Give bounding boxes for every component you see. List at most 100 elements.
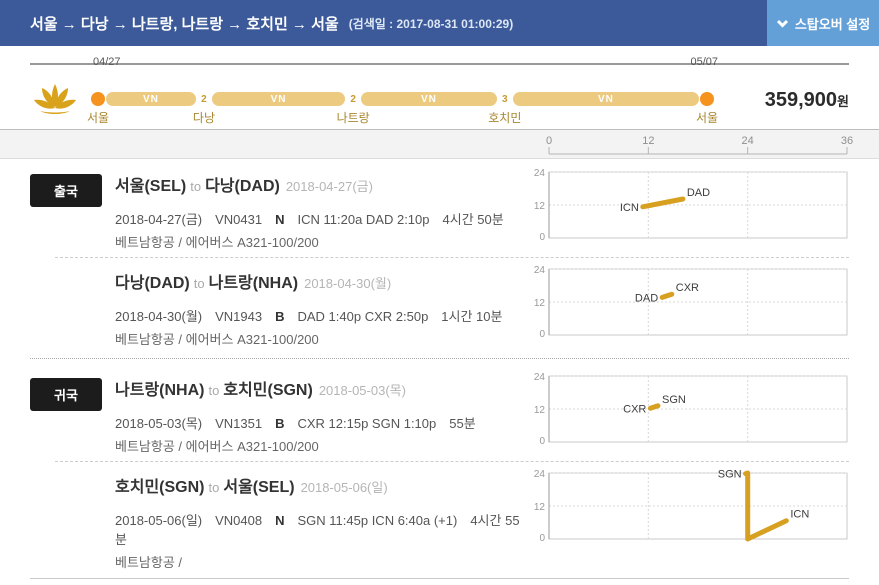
segment-title: 나트랑(NHA) to 호치민(SGN) 2018-05-03(목) <box>115 376 529 400</box>
divider <box>55 461 849 462</box>
fare-class: N <box>275 212 285 227</box>
segment-title: 서울(SEL) to 다낭(DAD) 2018-04-27(금) <box>115 172 529 196</box>
from-city: 서울(SEL) <box>115 178 187 195</box>
svg-text:0: 0 <box>539 436 545 447</box>
dep-airport-label: DAD <box>635 292 658 304</box>
svg-text:24: 24 <box>534 168 546 179</box>
arr-airport-label: DAD <box>687 187 710 199</box>
svg-text:12: 12 <box>534 502 546 513</box>
flight-chart: 24 12 0 DAD CXR <box>534 265 848 340</box>
svg-text:12: 12 <box>534 201 546 212</box>
flight-chart: 24 12 0 CXR SGN <box>534 372 848 447</box>
flight-number: VN0408 <box>215 513 263 528</box>
from-city: 나트랑(NHA) <box>115 382 205 399</box>
footer-bar: ■ 위 항공권의 실시간 검색을 원하시는 경우 'Follow On'를 클릭… <box>30 578 849 585</box>
itinerary-summary: 04/27 05/07 VN VN VN VN 서울 2 다낭 2 나트랑 3 호치민 서울 359,… <box>0 56 879 129</box>
segment-row: 호치민(SGN) to 서울(SEL) 2018-05-06(일) 2018-05-0… <box>30 464 849 574</box>
total-price: 359,900원 <box>721 89 849 112</box>
arr-airport-label: SGN <box>662 394 686 406</box>
flight-date: 2018-04-30(월) <box>115 309 203 324</box>
price-unit: 원 <box>837 93 849 109</box>
flight-number: VN1943 <box>215 309 263 324</box>
timeline-flight-bar: VN <box>512 92 699 106</box>
vietnam-airlines-logo <box>30 83 82 122</box>
svg-text:24: 24 <box>534 469 546 480</box>
outbound-badge: 출국 <box>30 174 102 207</box>
dep-airport-label: SGN <box>718 469 742 481</box>
stopover-nights-badge: 2 <box>195 91 212 107</box>
segment-row: 다낭(DAD) to 나트랑(NHA) 2018-04-30(월) 2018-04-3… <box>30 260 849 351</box>
airline-aircraft: 베트남항공 / 에어버스 A321-100/200 <box>115 235 319 250</box>
flight-date: 2018-05-03(목) <box>115 416 203 431</box>
group-divider <box>30 358 849 359</box>
flight-times: CXR 12:15p SGN 1:10p <box>297 416 437 431</box>
segment-date: 2018-05-06(일) <box>300 480 388 495</box>
svg-text:0: 0 <box>539 329 545 340</box>
flight-times: DAD 1:40p CXR 2:50p <box>297 309 429 324</box>
fare-class: B <box>275 309 285 324</box>
endpoint-dot-icon <box>700 92 714 106</box>
svg-text:0: 0 <box>539 232 545 243</box>
segment-date: 2018-05-03(목) <box>318 383 406 398</box>
fare-class: N <box>275 513 285 528</box>
carrier-code: VN <box>421 93 437 105</box>
flight-detail-line: 2018-05-06(일) VN0408 N SGN 11:45p ICN 6:40a… <box>115 510 529 548</box>
timeline-city-label: 나트랑 <box>336 111 370 125</box>
segment-list: 출국 서울(SEL) to 다낭(DAD) 2018-04-27(금) 2018-04… <box>0 159 879 574</box>
flight-times: SGN 11:45p ICN 6:40a (+1) <box>297 513 458 528</box>
time-ruler-strip: 0 12 24 36 <box>0 129 879 159</box>
flight-search-result-page: 서울 → 다낭 → 나트랑, 나트랑 → 호치민 → 서울 (검색일 : 201… <box>0 0 879 585</box>
timeline-flight-bar: VN <box>361 92 497 106</box>
flight-path-line <box>647 403 661 411</box>
flight-chart: 24 12 0 ICN DAD <box>534 168 848 243</box>
inbound-badge: 귀국 <box>30 378 102 411</box>
stopover-nights-badge: 3 <box>496 91 513 107</box>
divider <box>55 257 849 258</box>
flight-chart: 24 12 0 SGN ICN <box>534 469 848 544</box>
carrier-code: VN <box>143 93 159 105</box>
header-bar: 서울 → 다낭 → 나트랑, 나트랑 → 호치민 → 서울 (검색일 : 201… <box>0 0 879 46</box>
search-date: (검색일 : 2017-08-31 01:00:29) <box>348 16 514 31</box>
flight-date: 2018-04-27(금) <box>115 212 203 227</box>
segment-date: 2018-04-27(금) <box>285 179 373 194</box>
timeline-city-label: 호치민 <box>488 111 522 125</box>
timeline-city-label: 서울 <box>86 111 110 125</box>
segment-row: 귀국 나트랑(NHA) to 호치민(SGN) 2018-05-03(목) 2018-… <box>30 367 849 458</box>
price-amount: 359,900 <box>764 88 838 111</box>
airline-aircraft: 베트남항공 / 에어버스 A321-100/200 <box>115 439 319 454</box>
return-date-label: 05/07 <box>690 56 719 68</box>
svg-text:36: 36 <box>841 135 853 147</box>
carrier-code: VN <box>270 93 287 105</box>
to-city: 나트랑(NHA) <box>208 275 299 292</box>
carrier-code: VN <box>597 93 614 105</box>
svg-text:24: 24 <box>742 135 754 147</box>
flight-duration: 4시간 50분 <box>442 212 504 227</box>
from-city: 다낭(DAD) <box>115 275 190 292</box>
itinerary-timeline: 04/27 05/07 VN VN VN VN 서울 2 다낭 2 나트랑 3 호치민 서울 <box>87 56 718 125</box>
flight-duration: 55분 <box>449 416 476 431</box>
svg-text:24: 24 <box>534 372 546 383</box>
from-city: 호치민(SGN) <box>115 479 205 496</box>
fare-class: B <box>275 416 285 431</box>
svg-text:0: 0 <box>539 533 545 544</box>
flight-path-line <box>659 291 675 300</box>
timeline-flight-bar: VN <box>106 92 196 106</box>
flight-duration: 1시간 10분 <box>441 309 503 324</box>
dep-airport-label: ICN <box>620 202 639 214</box>
arr-airport-label: ICN <box>790 509 809 521</box>
timeline-city-label: 다낭 <box>192 111 215 125</box>
stopover-nights-badge: 2 <box>345 91 362 107</box>
stopover-settings-button[interactable]: 스탑오버 설정 <box>767 0 879 46</box>
airline-aircraft: 베트남항공 / <box>115 555 183 570</box>
flight-number: VN1351 <box>215 416 263 431</box>
to-city: 다낭(DAD) <box>205 178 280 195</box>
flight-detail-line: 2018-05-03(목) VN1351 B CXR 12:15p SGN 1:10p… <box>115 413 529 432</box>
segment-date: 2018-04-30(월) <box>304 276 392 291</box>
page-title: 서울 → 다낭 → 나트랑, 나트랑 → 호치민 → 서울 <box>30 15 339 33</box>
timeline-city-label: 서울 <box>695 111 719 125</box>
to-word: to <box>208 383 220 398</box>
endpoint-dot-icon <box>91 92 105 106</box>
segment-row: 출국 서울(SEL) to 다낭(DAD) 2018-04-27(금) 2018-04… <box>30 163 849 254</box>
flight-detail-line: 2018-04-30(월) VN1943 B DAD 1:40p CXR 2:50p 1… <box>115 306 529 325</box>
depart-date-label: 04/27 <box>93 56 121 68</box>
